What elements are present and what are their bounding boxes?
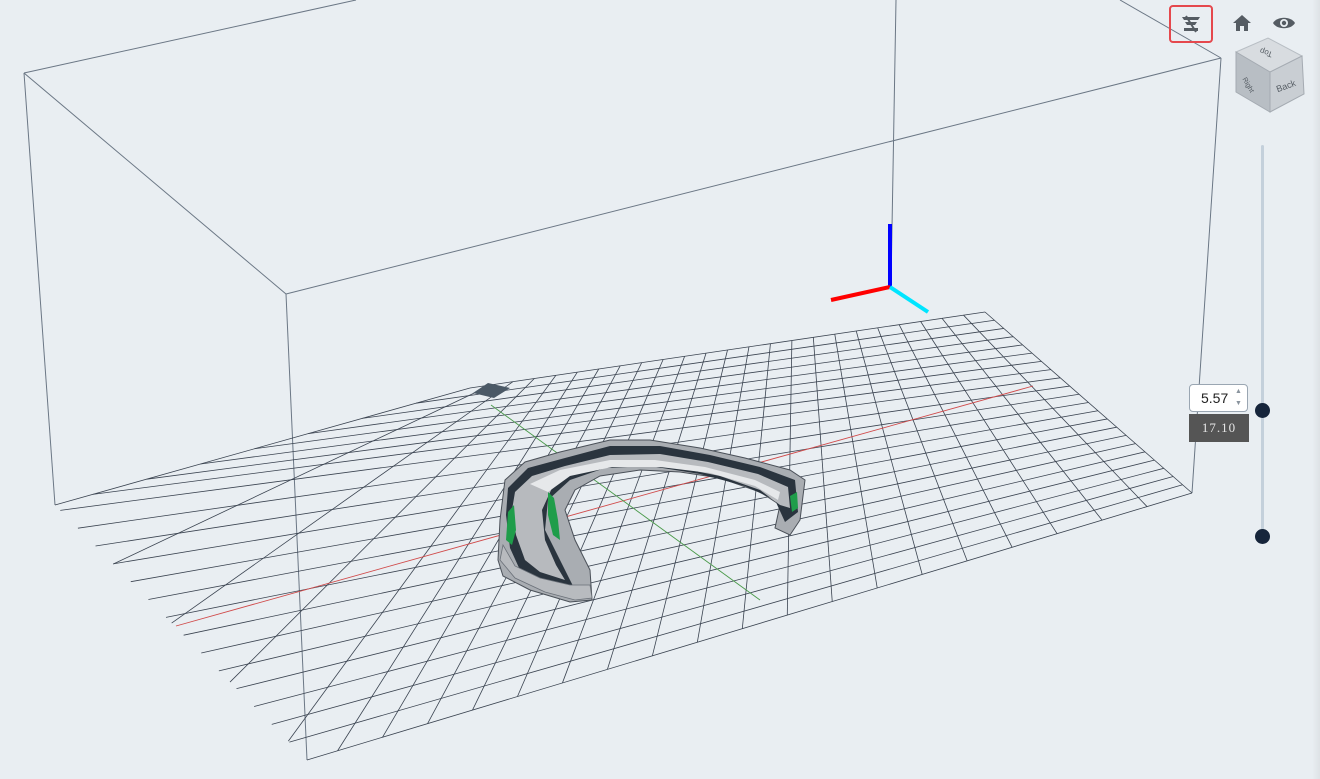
- layer-max-tooltip: 17.10: [1189, 414, 1249, 442]
- viewport-edge: [1312, 0, 1320, 779]
- layer-height-value: 5.57: [1201, 390, 1229, 406]
- axis-gizmo: [830, 224, 930, 314]
- build-plate-grid: [54, 311, 1193, 761]
- layer-height-input[interactable]: 5.57 ▲ ▼: [1189, 384, 1248, 412]
- build-plate-marker: [473, 383, 510, 398]
- layer-slice-icon: [1182, 15, 1200, 33]
- decrement-icon[interactable]: ▼: [1235, 400, 1243, 408]
- x-center-line: [175, 385, 1034, 627]
- eye-icon: [1273, 17, 1295, 29]
- 3d-viewport[interactable]: [0, 0, 1320, 779]
- home-icon: [1233, 15, 1251, 31]
- increment-icon[interactable]: ▲: [1235, 388, 1243, 396]
- view-cube[interactable]: Top Back Right: [1232, 36, 1310, 116]
- layer-slider-top-handle[interactable]: [1255, 403, 1270, 418]
- layer-slice-toggle-button[interactable]: [1169, 5, 1213, 43]
- layer-slider-track[interactable]: [1261, 145, 1264, 540]
- layer-slider-bottom-handle[interactable]: [1255, 529, 1270, 544]
- layer-height-stepper[interactable]: ▲ ▼: [1235, 388, 1243, 408]
